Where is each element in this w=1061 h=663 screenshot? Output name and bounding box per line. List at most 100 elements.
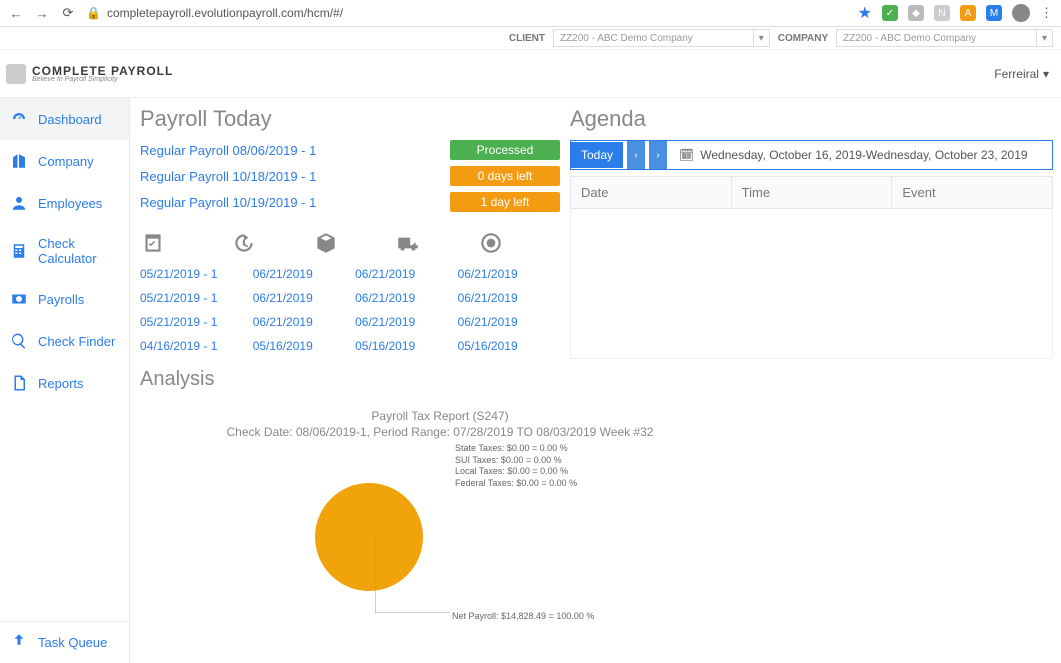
payroll-link[interactable]: Regular Payroll 08/06/2019 - 1 <box>140 143 316 158</box>
payroll-link[interactable]: Regular Payroll 10/19/2019 - 1 <box>140 195 316 210</box>
sidebar: Dashboard Company Employees Check Calcul… <box>0 98 130 663</box>
company-select[interactable]: ZZ200 - ABC Demo Company ▾ <box>836 29 1053 47</box>
chevron-down-icon: ▾ <box>1036 30 1052 46</box>
net-label: Net Payroll: $14,828.49 = 100.00 % <box>452 611 594 621</box>
date-cell[interactable]: 05/16/2019 <box>458 339 560 353</box>
next-button[interactable]: › <box>649 141 667 169</box>
content: Dashboard Company Employees Check Calcul… <box>0 98 1061 663</box>
sidebar-label: Check Finder <box>38 334 115 349</box>
report-icon <box>10 374 28 392</box>
tax-line: Federal Taxes: $0.00 = 0.00 % <box>455 478 577 490</box>
user-name: Ferreiral <box>994 67 1039 81</box>
company-label: COMPANY <box>778 33 828 44</box>
client-select[interactable]: ZZ200 - ABC Demo Company ▾ <box>553 29 770 47</box>
calendar-check-icon <box>140 230 166 256</box>
ext-icon-3[interactable]: N <box>934 5 950 21</box>
sidebar-task-queue[interactable]: Task Queue <box>0 621 129 663</box>
forward-icon[interactable]: → <box>34 5 50 21</box>
url-text: completepayroll.evolutionpayroll.com/hcm… <box>107 6 343 20</box>
table-row: 04/16/2019 - 1 05/16/2019 05/16/2019 05/… <box>140 334 560 358</box>
ext-icon-5[interactable]: M <box>986 5 1002 21</box>
client-label: CLIENT <box>509 33 545 44</box>
money-icon <box>10 290 28 308</box>
date-cell[interactable]: 06/21/2019 <box>355 315 457 329</box>
upload-icon <box>10 632 28 653</box>
date-cell[interactable]: 06/21/2019 <box>253 315 355 329</box>
browser-chrome: ← → ⟳ 🔒 completepayroll.evolutionpayroll… <box>0 0 1061 27</box>
status-badge: 1 day left <box>450 192 560 212</box>
calendar-icon: 🗓 <box>679 148 694 162</box>
agenda-title: Agenda <box>570 106 1053 132</box>
date-cell[interactable]: 06/21/2019 <box>253 267 355 281</box>
tax-legend: State Taxes: $0.00 = 0.00 % SUI Taxes: $… <box>455 443 577 490</box>
sidebar-item-dashboard[interactable]: Dashboard <box>0 98 129 140</box>
sidebar-label: Payrolls <box>38 292 84 307</box>
chevron-down-icon: ▾ <box>753 30 769 46</box>
sidebar-item-payrolls[interactable]: Payrolls <box>0 278 129 320</box>
ext-icon-1[interactable]: ✓ <box>882 5 898 21</box>
date-cell[interactable]: 04/16/2019 - 1 <box>140 339 253 353</box>
ext-icon-2[interactable]: ◆ <box>908 5 924 21</box>
today-button[interactable]: Today <box>571 142 623 168</box>
address-bar[interactable]: 🔒 completepayroll.evolutionpayroll.com/h… <box>86 6 848 20</box>
company-value: ZZ200 - ABC Demo Company <box>837 33 1036 44</box>
sidebar-item-check-finder[interactable]: Check Finder <box>0 320 129 362</box>
reload-icon[interactable]: ⟳ <box>60 5 76 21</box>
package-icon <box>313 230 339 256</box>
menu-icon[interactable]: ⋮ <box>1040 5 1053 21</box>
sidebar-item-employees[interactable]: Employees <box>0 182 129 224</box>
calculator-icon <box>10 242 28 260</box>
sidebar-label: Dashboard <box>38 112 102 127</box>
sidebar-item-check-calculator[interactable]: Check Calculator <box>0 224 129 278</box>
date-cell[interactable]: 05/21/2019 - 1 <box>140 315 253 329</box>
sidebar-label: Check Calculator <box>38 236 119 266</box>
tax-line: State Taxes: $0.00 = 0.00 % <box>455 443 577 455</box>
date-cell[interactable]: 06/21/2019 <box>355 267 457 281</box>
pie-chart: State Taxes: $0.00 = 0.00 % SUI Taxes: $… <box>140 443 740 643</box>
payroll-row: Regular Payroll 10/19/2019 - 1 1 day lef… <box>140 192 560 212</box>
search-icon <box>10 332 28 350</box>
col-event: Event <box>892 177 1052 208</box>
sidebar-item-reports[interactable]: Reports <box>0 362 129 404</box>
agenda-header: Date Time Event <box>570 176 1053 209</box>
date-cell[interactable]: 06/21/2019 <box>458 291 560 305</box>
sidebar-item-company[interactable]: Company <box>0 140 129 182</box>
prev-button[interactable]: ‹ <box>627 141 645 169</box>
date-cell[interactable]: 06/21/2019 <box>355 291 457 305</box>
left-column: Payroll Today Regular Payroll 08/06/2019… <box>140 106 560 655</box>
col-date: Date <box>571 177 732 208</box>
date-cell[interactable]: 06/21/2019 <box>458 267 560 281</box>
date-cell[interactable]: 05/16/2019 <box>253 339 355 353</box>
brand-bar: COMPLETE PAYROLL Believe In Payroll Simp… <box>0 50 1061 98</box>
payroll-today-title: Payroll Today <box>140 106 560 132</box>
chevron-down-icon: ▾ <box>1043 67 1049 81</box>
client-value: ZZ200 - ABC Demo Company <box>554 33 753 44</box>
leader-line <box>375 538 450 613</box>
profile-avatar[interactable] <box>1012 4 1030 22</box>
user-menu[interactable]: Ferreiral ▾ <box>994 67 1049 81</box>
truck-icon <box>395 230 421 256</box>
sidebar-label: Task Queue <box>38 635 107 650</box>
payroll-link[interactable]: Regular Payroll 10/18/2019 - 1 <box>140 169 316 184</box>
date-range-text: Wednesday, October 16, 2019-Wednesday, O… <box>700 148 1027 162</box>
logo-icon <box>6 64 26 84</box>
date-cell[interactable]: 06/21/2019 <box>253 291 355 305</box>
analysis-title: Analysis <box>140 368 560 391</box>
ext-icon-4[interactable]: A <box>960 5 976 21</box>
brand-logo[interactable]: COMPLETE PAYROLL Believe In Payroll Simp… <box>6 64 173 84</box>
date-cell[interactable]: 05/21/2019 - 1 <box>140 291 253 305</box>
date-cell[interactable]: 05/21/2019 - 1 <box>140 267 253 281</box>
bookmark-icon[interactable]: ★ <box>858 3 872 23</box>
table-row: 05/21/2019 - 1 06/21/2019 06/21/2019 06/… <box>140 262 560 286</box>
lock-icon: 🔒 <box>86 6 101 20</box>
col-time: Time <box>732 177 893 208</box>
payroll-row: Regular Payroll 10/18/2019 - 1 0 days le… <box>140 166 560 186</box>
status-badge: Processed <box>450 140 560 160</box>
status-badge: 0 days left <box>450 166 560 186</box>
date-cell[interactable]: 05/16/2019 <box>355 339 457 353</box>
sidebar-label: Company <box>38 154 94 169</box>
back-icon[interactable]: ← <box>8 5 24 21</box>
date-cell[interactable]: 06/21/2019 <box>458 315 560 329</box>
target-icon <box>478 230 504 256</box>
table-row: 05/21/2019 - 1 06/21/2019 06/21/2019 06/… <box>140 286 560 310</box>
